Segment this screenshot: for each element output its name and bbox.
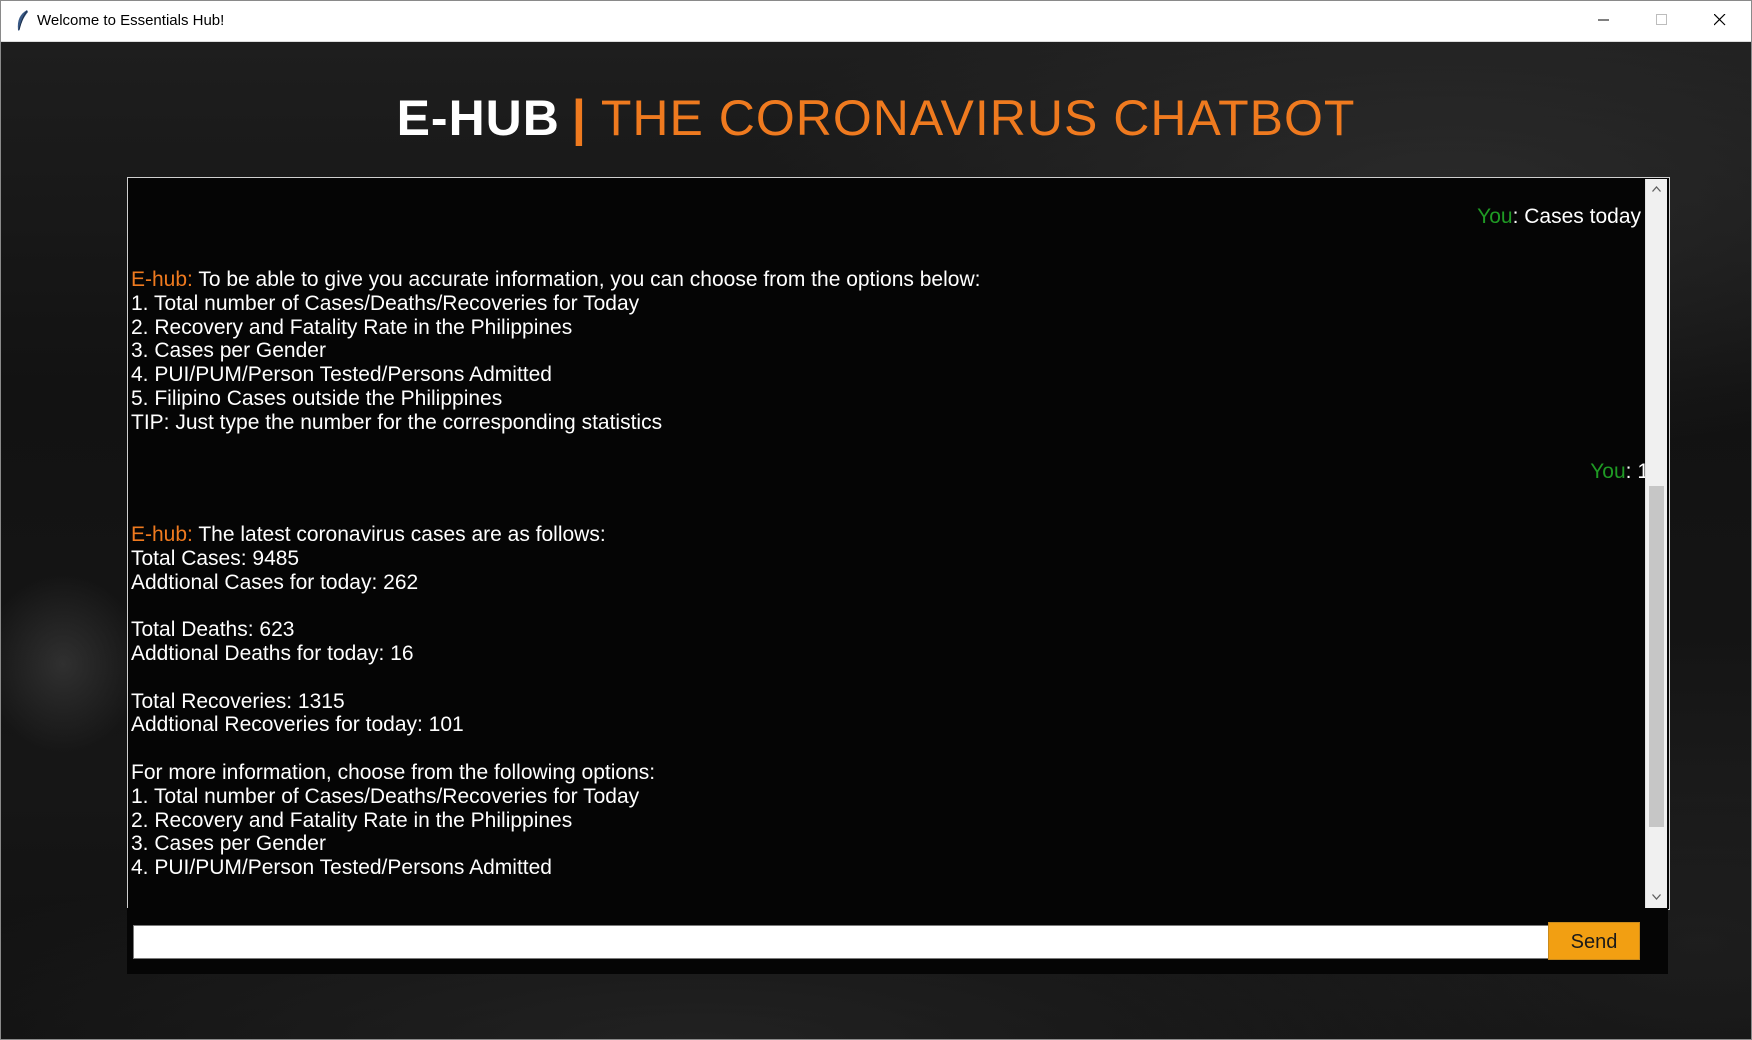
user-label-sep: : (1625, 460, 1638, 483)
bot-message-line: 5. Filipino Cases outside the Philippine… (131, 386, 503, 410)
bot-message: E-hub: The latest coronavirus cases are … (131, 523, 655, 880)
chevron-up-icon (1652, 186, 1661, 192)
window-title: Welcome to Essentials Hub! (37, 12, 225, 29)
heading-subtitle: THE CORONAVIRUS CHATBOT (600, 90, 1356, 146)
page-heading: E-HUB | THE CORONAVIRUS CHATBOT (1, 85, 1751, 151)
bot-message-line: Addtional Cases for today: 262 (131, 570, 419, 594)
bot-label: E-hub: (131, 268, 193, 291)
feather-icon (14, 9, 30, 33)
bot-message: E-hub: To be able to give you accurate i… (131, 268, 980, 435)
bot-message-line: 3. Cases per Gender (131, 339, 326, 363)
bot-message-line (131, 737, 655, 761)
user-label: You (1477, 205, 1513, 228)
app-window: Welcome to Essentials Hub! E-HUB | THE COR… (0, 0, 1752, 1040)
message-input[interactable] (133, 925, 1550, 959)
bot-message-line: E-hub: The latest coronavirus cases are … (131, 523, 655, 547)
bot-message-line (131, 594, 655, 618)
bot-message-line: 2. Recovery and Fatality Rate in the Phi… (131, 315, 573, 339)
chat-log[interactable]: You: Cases today E-hub: To be able to gi… (127, 177, 1670, 910)
bot-message-text: To be able to give you accurate informat… (192, 268, 981, 291)
bot-message-line: 1. Total number of Cases/Deaths/Recoveri… (131, 291, 640, 315)
bot-message-line: 1. Total number of Cases/Deaths/Recoveri… (131, 784, 640, 808)
bot-message-text: The latest coronavirus cases are as foll… (192, 523, 606, 546)
close-button[interactable] (1692, 1, 1750, 41)
maximize-button[interactable] (1634, 1, 1692, 41)
chevron-down-icon (1652, 894, 1661, 900)
bot-message-line: TIP: Just type the number for the corres… (131, 410, 663, 434)
bot-message-line: Total Deaths: 623 (131, 618, 295, 642)
scroll-up-button[interactable] (1646, 179, 1667, 200)
chat-scrollbar[interactable] (1645, 179, 1667, 908)
bot-message-line: 2. Recovery and Fatality Rate in the Phi… (131, 808, 573, 832)
brand-title: E-HUB (396, 90, 560, 146)
send-button[interactable]: Send (1548, 922, 1640, 960)
minimize-button[interactable] (1576, 1, 1634, 41)
user-label-sep: : (1512, 205, 1525, 228)
bot-message-line: Addtional Recoveries for today: 101 (131, 713, 464, 737)
user-message-text: Cases today (1524, 205, 1641, 228)
bot-message-line: 4. PUI/PUM/Person Tested/Persons Admitte… (131, 856, 552, 880)
bot-message-line: E-hub: To be able to give you accurate i… (131, 268, 980, 292)
close-icon (1714, 14, 1726, 26)
user-message: You: 1 (1590, 460, 1649, 484)
bot-message-line: Total Recoveries: 1315 (131, 689, 345, 713)
bot-label: E-hub: (131, 523, 193, 546)
scroll-thumb[interactable] (1649, 486, 1664, 827)
scroll-down-button[interactable] (1646, 887, 1667, 908)
bot-message-line: Addtional Deaths for today: 16 (131, 641, 414, 665)
bot-message-line: 4. PUI/PUM/Person Tested/Persons Admitte… (131, 363, 552, 387)
heading-separator: | (571, 90, 587, 146)
bot-message-line: For more information, choose from the fo… (131, 760, 656, 784)
bot-message-line: 3. Cases per Gender (131, 832, 326, 856)
bot-message-line: Total Cases: 9485 (131, 546, 300, 570)
title-bar: Welcome to Essentials Hub! (1, 1, 1751, 42)
bot-message-line (131, 666, 655, 690)
maximize-icon (1656, 14, 1667, 25)
minimize-icon (1598, 19, 1609, 21)
user-label: You (1590, 460, 1626, 483)
user-message: You: Cases today (1477, 205, 1641, 229)
